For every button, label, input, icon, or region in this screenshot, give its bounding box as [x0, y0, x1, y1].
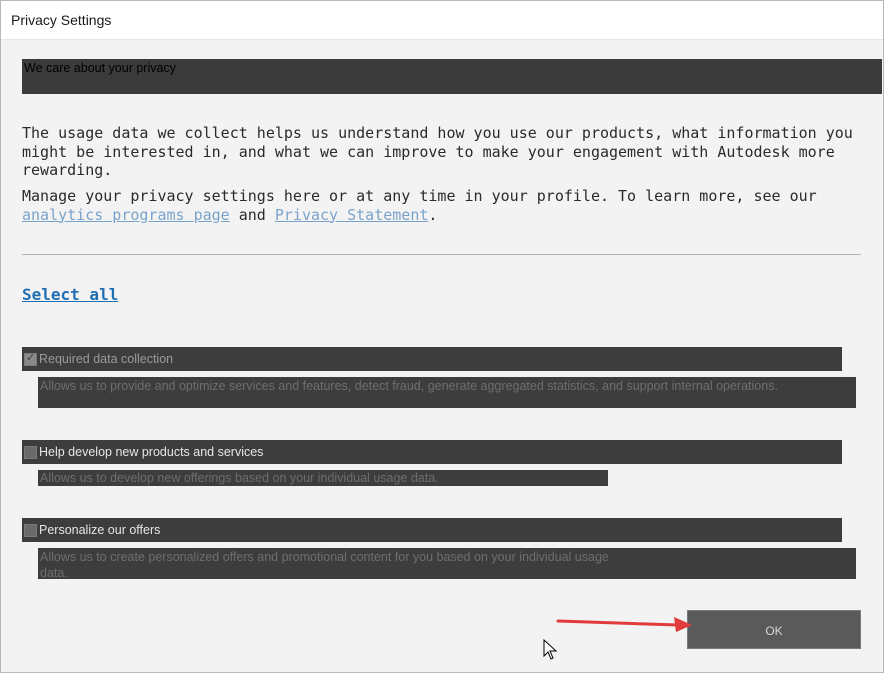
option-label: Required data collection: [39, 352, 174, 366]
manage-text: Manage your privacy settings here or at …: [22, 187, 817, 205]
option-required-data-collection: Required data collection: [22, 347, 842, 371]
annotation-arrow-icon: [556, 617, 692, 632]
option-personalize-offers[interactable]: Personalize our offers: [22, 518, 842, 542]
option-description: Allows us to create personalized offers …: [38, 548, 856, 580]
and-text: and: [229, 205, 275, 224]
option-label: Personalize our offers: [39, 523, 161, 537]
privacy-statement-link[interactable]: Privacy Statement: [275, 206, 429, 224]
help-develop-checkbox[interactable]: [24, 446, 37, 459]
window-title: Privacy Settings: [11, 12, 112, 28]
option-label: Help develop new products and services: [39, 445, 264, 459]
privacy-banner: We care about your privacy: [22, 59, 882, 94]
mouse-cursor-icon: [543, 639, 558, 660]
manage-paragraph: Manage your privacy settings here or at …: [22, 187, 867, 224]
divider: [22, 254, 861, 255]
option-description: Allows us to provide and optimize servic…: [38, 377, 856, 408]
ok-button[interactable]: OK: [687, 610, 861, 649]
title-bar[interactable]: Privacy Settings: [1, 1, 883, 40]
privacy-settings-dialog: Privacy Settings We care about your priv…: [0, 0, 884, 673]
required-data-checkbox: [24, 351, 37, 366]
option-description: Allows us to develop new offerings based…: [38, 470, 608, 486]
analytics-programs-link[interactable]: analytics programs page: [22, 206, 230, 224]
select-all-link[interactable]: Select all: [22, 285, 118, 304]
personalize-offers-checkbox[interactable]: [24, 524, 37, 537]
option-help-develop[interactable]: Help develop new products and services: [22, 440, 842, 464]
banner-text: We care about your privacy: [24, 61, 176, 75]
ok-label: OK: [765, 624, 783, 638]
period-text: .: [428, 205, 438, 224]
intro-paragraph: The usage data we collect helps us under…: [22, 124, 853, 179]
